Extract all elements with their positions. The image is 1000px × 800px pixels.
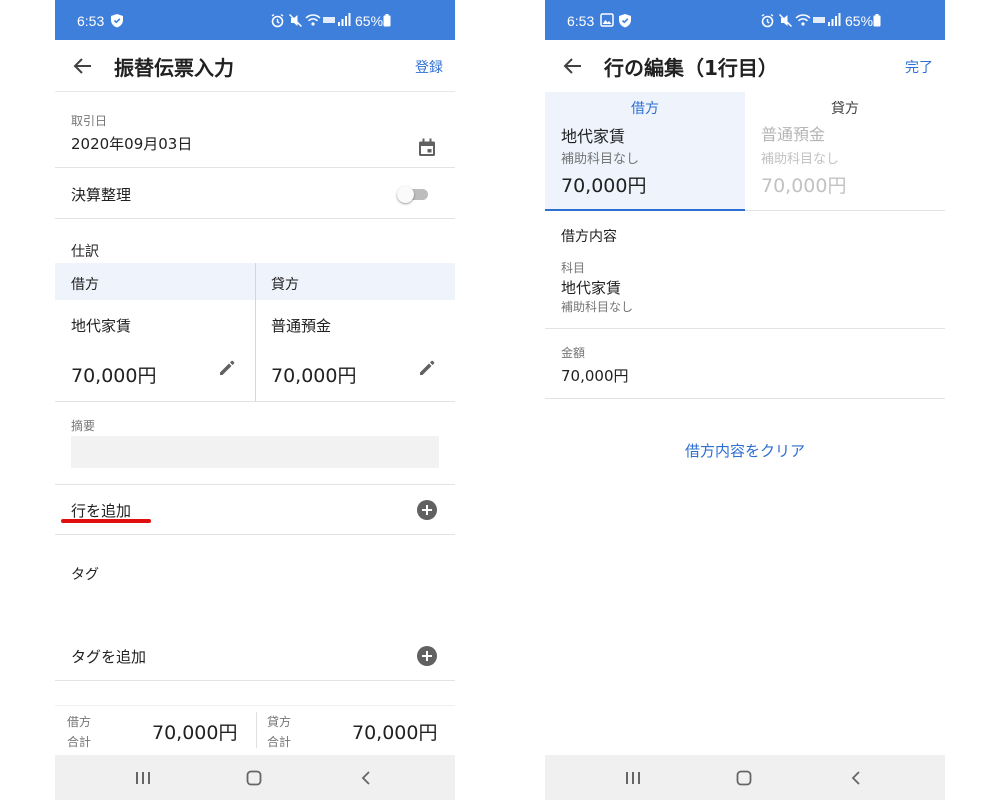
register-button[interactable]: 登録 [415,57,443,77]
system-nav-bar [55,755,455,800]
alarm-icon [269,12,285,28]
memo-input[interactable] [71,436,439,468]
tab-debit[interactable]: 借方 地代家賃 補助科目なし 70,000円 [545,92,745,211]
status-bar: 6:53 65% [545,0,945,40]
debit-account[interactable]: 地代家賃 [71,315,131,336]
sub-account-value: 補助科目なし [561,300,634,314]
divider [55,484,455,485]
divider [55,218,455,219]
totals-divider [256,712,257,748]
status-bar: 6:53 65% [55,0,455,40]
debit-amount[interactable]: 70,000円 [71,361,156,388]
status-time: 6:53 [77,13,105,29]
image-icon [599,12,615,28]
tab-credit-sub: 補助科目なし [761,152,840,167]
clear-debit-button[interactable]: 借方内容をクリア [545,440,945,461]
divider [55,401,455,402]
add-row-label[interactable]: 行を追加 [71,500,131,521]
total-credit-value: 70,000円 [352,722,438,744]
journal-credit-header: 貸方 [271,277,299,293]
wifi-icon [795,12,811,28]
tab-debit-sub: 補助科目なし [561,152,640,167]
add-tag-label[interactable]: タグを追加 [71,646,146,667]
mute-icon [287,12,303,28]
done-button[interactable]: 完了 [905,57,933,77]
app-bar: 振替伝票入力 登録 [55,40,455,92]
wifi-icon [305,12,321,28]
credit-account[interactable]: 普通預金 [271,315,331,336]
tab-indicator [545,209,745,211]
detail-section-title: 借方内容 [561,229,617,245]
tab-credit-amount: 70,000円 [761,175,847,197]
plus-circle-icon[interactable] [417,646,437,666]
status-time: 6:53 [567,13,595,29]
trade-date-label: 取引日 [71,114,108,128]
mute-icon [777,12,793,28]
plus-circle-icon[interactable] [417,500,437,520]
home-icon[interactable] [243,767,265,789]
phone-left-journal-entry: 6:53 65% 振替伝票入力 登録 取引日 2020年09月03日 決算整理 … [55,0,455,800]
pencil-icon[interactable] [217,358,237,382]
page-title: 振替伝票入力 [114,56,234,80]
phone-right-row-edit: 6:53 65% 行の編集（1行目） 完了 借方 地代家賃 補助科目なし 70,… [545,0,945,800]
journal-column-divider [255,263,256,401]
divider [55,167,455,168]
divider [55,534,455,535]
journal-debit-header: 借方 [71,277,99,293]
divider [55,680,455,681]
trade-date-value[interactable]: 2020年09月03日 [71,133,192,154]
battery-icon [872,12,882,28]
divider [545,398,945,399]
shield-icon [109,12,125,28]
recent-apps-icon[interactable] [622,767,644,789]
total-debit-label: 借方 [67,715,92,729]
pencil-icon[interactable] [417,358,437,382]
tab-credit-header: 貸方 [831,101,859,117]
tab-debit-header: 借方 [631,101,659,117]
system-nav-bar [545,755,945,800]
page-title: 行の編集（1行目） [604,56,778,80]
battery-icon [382,12,392,28]
amount-label: 金額 [561,346,586,360]
battery-percent: 65% [845,13,874,29]
back-nav-icon[interactable] [845,767,867,789]
memo-label: 摘要 [71,419,96,433]
divider [745,210,945,211]
total-credit-label-sub: 合計 [267,735,292,749]
divider [55,705,455,706]
signal-icon [813,12,841,28]
back-arrow-icon[interactable] [559,52,587,80]
account-value[interactable]: 地代家賃 [561,277,621,298]
signal-icon [323,12,351,28]
settlement-toggle[interactable] [397,186,429,203]
settlement-label: 決算整理 [71,186,132,204]
annotation-underline [61,519,151,523]
shield-icon [617,12,633,28]
battery-percent: 65% [355,13,384,29]
back-arrow-icon[interactable] [69,52,97,80]
home-icon[interactable] [733,767,755,789]
credit-amount[interactable]: 70,000円 [271,361,356,388]
back-nav-icon[interactable] [355,767,377,789]
calendar-icon[interactable] [417,138,437,162]
divider [545,328,945,329]
recent-apps-icon[interactable] [132,767,154,789]
tab-credit-account: 普通預金 [761,125,826,144]
tab-credit[interactable]: 貸方 普通預金 補助科目なし 70,000円 [745,92,945,211]
journal-label: 仕訳 [71,244,99,260]
total-credit-label: 貸方 [267,715,292,729]
alarm-icon [759,12,775,28]
total-debit-label-sub: 合計 [67,735,92,749]
tab-debit-account: 地代家賃 [561,127,626,146]
tags-label: タグ [71,567,99,583]
amount-value[interactable]: 70,000円 [561,365,629,386]
app-bar: 行の編集（1行目） 完了 [545,40,945,92]
total-debit-value: 70,000円 [152,722,238,744]
tab-debit-amount: 70,000円 [561,175,647,197]
account-label: 科目 [561,261,586,275]
